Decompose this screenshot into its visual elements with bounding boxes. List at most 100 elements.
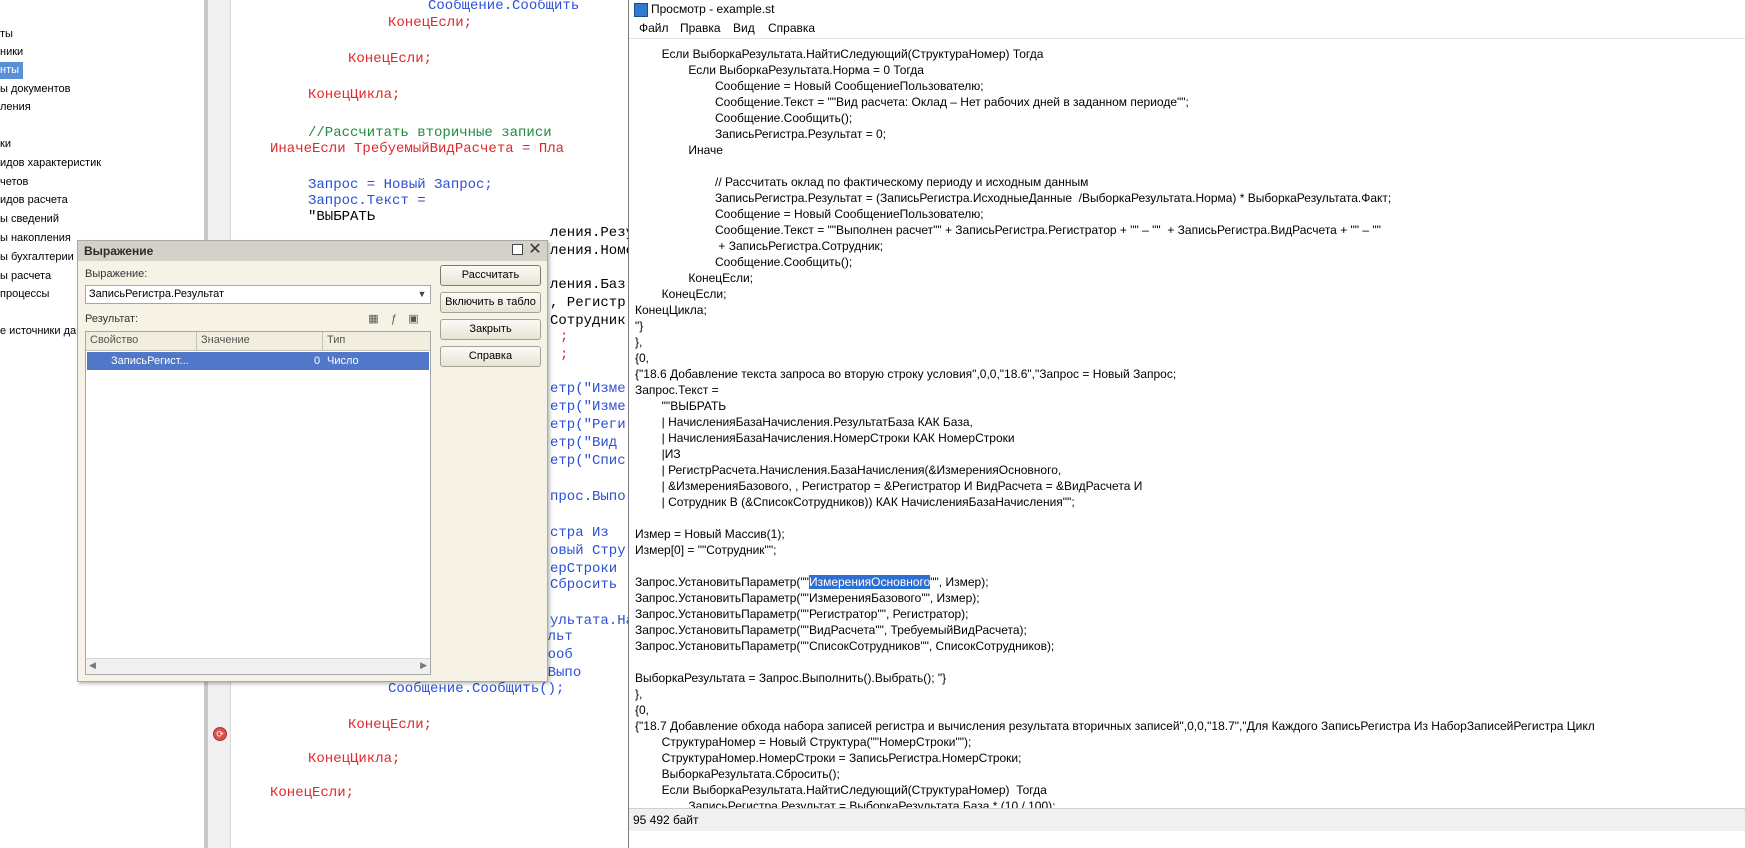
viewer-line[interactable]: | &ИзмеренияБазового, , Регистратор = &Р…	[635, 478, 1143, 494]
viewer-line[interactable]: Сообщение.Сообщить();	[635, 110, 852, 126]
tree-item[interactable]: ы бухгалтерии	[0, 249, 74, 266]
viewer-line[interactable]: Измер[0] = ""Сотрудник"";	[635, 542, 776, 558]
results-table[interactable]: Свойство Значение Тип ЗаписьРегист... 0 …	[85, 331, 431, 675]
viewer-line[interactable]: КонецЦикла;	[635, 302, 707, 318]
selected-text[interactable]: ИзмеренияОсновного	[808, 575, 931, 589]
scroll-right-icon[interactable]: ▶	[420, 660, 427, 671]
expression-input[interactable]: ЗаписьРегистра.Результат ▼	[85, 285, 431, 304]
viewer-titlebar[interactable]: Просмотр - example.st	[629, 0, 1745, 18]
viewer-line[interactable]: Сообщение.Текст = ""Выполнен расчет"" + …	[635, 222, 1381, 238]
code-line[interactable]: етр("Спис	[550, 452, 626, 470]
close-icon[interactable]: ✕	[527, 241, 543, 259]
code-line[interactable]: прос.Выпо	[550, 488, 626, 506]
code-line[interactable]: овый Стру	[550, 542, 626, 560]
viewer-line[interactable]: {0,	[635, 702, 649, 718]
print-icon[interactable]: ▣	[406, 312, 421, 326]
horizontal-scrollbar[interactable]: ◀ ▶	[86, 658, 430, 674]
code-line[interactable]: ления.Резу	[550, 224, 634, 242]
code-line[interactable]: , Регистр	[550, 294, 626, 312]
code-line[interactable]: КонецЦикла;	[308, 750, 400, 768]
close-button[interactable]: Закрыть	[440, 319, 541, 340]
include-in-watch-button[interactable]: Включить в табло	[440, 292, 541, 313]
function-icon[interactable]: ƒ	[386, 312, 401, 326]
tree-item[interactable]: идов расчета	[0, 192, 68, 209]
code-line[interactable]: ления.Баз	[550, 276, 626, 294]
tree-item[interactable]: ы расчета	[0, 268, 51, 285]
code-line[interactable]: ления.Номе	[550, 242, 634, 260]
code-line[interactable]: КонецЕсли;	[270, 784, 354, 802]
column-header-type[interactable]: Тип	[327, 334, 345, 346]
viewer-line[interactable]: Запрос.УстановитьПараметр(""Регистратор"…	[635, 606, 969, 622]
code-line[interactable]: етр("Изме	[550, 380, 626, 398]
viewer-line[interactable]: | НачисленияБазаНачисления.НомерСтроки К…	[635, 430, 1015, 446]
code-line[interactable]: етр("Реги	[550, 416, 626, 434]
column-divider[interactable]	[322, 332, 323, 350]
viewer-line[interactable]: СтруктураНомер.НомерСтроки = ЗаписьРегис…	[635, 750, 1022, 766]
viewer-line[interactable]: Запрос.УстановитьПараметр(""ВидРасчета""…	[635, 622, 1027, 638]
tree-item[interactable]: ники	[0, 44, 23, 61]
calculate-button[interactable]: Рассчитать	[440, 265, 541, 286]
code-line[interactable]: "ВЫБРАТЬ	[308, 208, 375, 226]
viewer-line[interactable]: },	[635, 334, 642, 350]
tree-item[interactable]: идов характеристик	[0, 155, 101, 172]
menu-view[interactable]: Вид	[733, 21, 755, 35]
table-row[interactable]: ЗаписьРегист... 0 Число	[87, 352, 429, 370]
code-line[interactable]: етр("Вид	[550, 434, 617, 452]
maximize-icon[interactable]	[512, 244, 523, 255]
code-line[interactable]: ИначеЕсли ТребуемыйВидРасчета = Пла	[270, 140, 564, 158]
viewer-line[interactable]: Запрос.УстановитьПараметр(""СписокСотруд…	[635, 638, 1054, 654]
viewer-line[interactable]: "}	[635, 318, 643, 334]
viewer-text-content[interactable]: Если ВыборкаРезультата.НайтиСледующий(Ст…	[635, 38, 1739, 808]
breakpoint-icon[interactable]: ⟳	[213, 727, 227, 741]
viewer-line[interactable]: },	[635, 686, 642, 702]
code-line[interactable]: Сбросить	[550, 576, 617, 594]
viewer-line[interactable]: Запрос.УстановитьПараметр(""ИзмеренияОсн…	[635, 574, 989, 590]
chevron-down-icon[interactable]: ▼	[414, 286, 430, 303]
menu-file[interactable]: Файл	[639, 21, 669, 35]
viewer-line[interactable]: Если ВыборкаРезультата.НайтиСледующий(Ст…	[635, 782, 1047, 798]
tree-item[interactable]: ы документов	[0, 81, 70, 98]
viewer-line[interactable]: + ЗаписьРегистра.Сотрудник;	[635, 238, 883, 254]
viewer-line[interactable]: Если ВыборкаРезультата.НайтиСледующий(Ст…	[635, 46, 1044, 62]
viewer-line[interactable]: ЗаписьРегистра.Результат = (ЗаписьРегист…	[635, 190, 1391, 206]
tree-item[interactable]: процессы	[0, 286, 49, 303]
dialog-titlebar[interactable]: Выражение ✕	[78, 241, 547, 261]
viewer-line[interactable]: Запрос.Текст =	[635, 382, 719, 398]
tree-item[interactable]: ы накопления	[0, 230, 71, 247]
viewer-line[interactable]: Сообщение.Текст = ""Вид расчета: Оклад –…	[635, 94, 1189, 110]
viewer-line[interactable]: {"18.7 Добавление обхода набора записей …	[635, 718, 1595, 734]
viewer-line[interactable]: КонецЕсли;	[635, 270, 753, 286]
viewer-line[interactable]: |ИЗ	[635, 446, 681, 462]
delete-row-icon[interactable]: ▦	[366, 312, 381, 326]
code-line[interactable]: КонецЕсли;	[388, 14, 472, 32]
viewer-line[interactable]: Сообщение.Сообщить();	[635, 254, 852, 270]
viewer-line[interactable]: ЗаписьРегистра.Результат = 0;	[635, 126, 886, 142]
viewer-line[interactable]: | РегистрРасчета.Начисления.БазаНачислен…	[635, 462, 1062, 478]
viewer-line[interactable]: | Сотрудник В (&СписокСотрудников)) КАК …	[635, 494, 1075, 510]
tree-item[interactable]: е источники да	[0, 323, 76, 340]
code-line[interactable]: ;	[560, 328, 568, 346]
viewer-line[interactable]: ЗаписьРегистра.Результат = ВыборкаРезуль…	[635, 798, 1055, 808]
code-line[interactable]: стра Из	[550, 524, 609, 542]
menu-help[interactable]: Справка	[768, 21, 815, 35]
tree-item[interactable]: четов	[0, 174, 28, 191]
column-header-property[interactable]: Свойство	[90, 334, 138, 346]
tree-item[interactable]: нты	[0, 62, 24, 79]
code-line[interactable]: етр("Изме	[550, 398, 626, 416]
viewer-line[interactable]: ВыборкаРезультата.Сбросить();	[635, 766, 840, 782]
viewer-line[interactable]: СтруктураНомер = Новый Структура(""Номер…	[635, 734, 972, 750]
tree-item[interactable]: ления	[0, 99, 31, 116]
scroll-left-icon[interactable]: ◀	[89, 660, 96, 671]
viewer-line[interactable]: {"18.6 Добавление текста запроса во втор…	[635, 366, 1176, 382]
viewer-line[interactable]: Измер = Новый Массив(1);	[635, 526, 785, 542]
viewer-line[interactable]: {0,	[635, 350, 649, 366]
tree-item[interactable]: ы сведений	[0, 211, 59, 228]
viewer-line[interactable]: Запрос.УстановитьПараметр(""ИзмеренияБаз…	[635, 590, 980, 606]
viewer-line[interactable]: Если ВыборкаРезультата.Норма = 0 Тогда	[635, 62, 924, 78]
menu-edit[interactable]: Правка	[680, 21, 721, 35]
viewer-line[interactable]: // Рассчитать оклад по фактическому пери…	[635, 174, 1088, 190]
tree-item[interactable]: ты	[0, 26, 13, 43]
code-line[interactable]: ;	[560, 346, 568, 364]
viewer-line[interactable]: ""ВЫБРАТЬ	[635, 398, 727, 414]
code-line[interactable]: Сообщение.Сообщить();	[388, 680, 564, 698]
